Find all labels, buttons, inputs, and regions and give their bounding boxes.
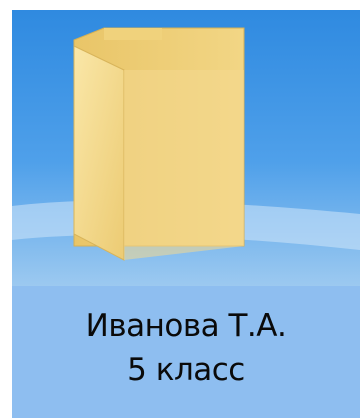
folder-name-label[interactable]: Иванова Т.А. 5 класс (12, 286, 360, 418)
folder-icon (12, 10, 360, 286)
folder-thumbnail[interactable] (12, 10, 360, 286)
desktop-area: Иванова Т.А. 5 класс (0, 0, 364, 418)
folder-name-line-1: Иванова Т.А. (85, 308, 287, 344)
folder-name-line-2: 5 класс (127, 352, 245, 388)
